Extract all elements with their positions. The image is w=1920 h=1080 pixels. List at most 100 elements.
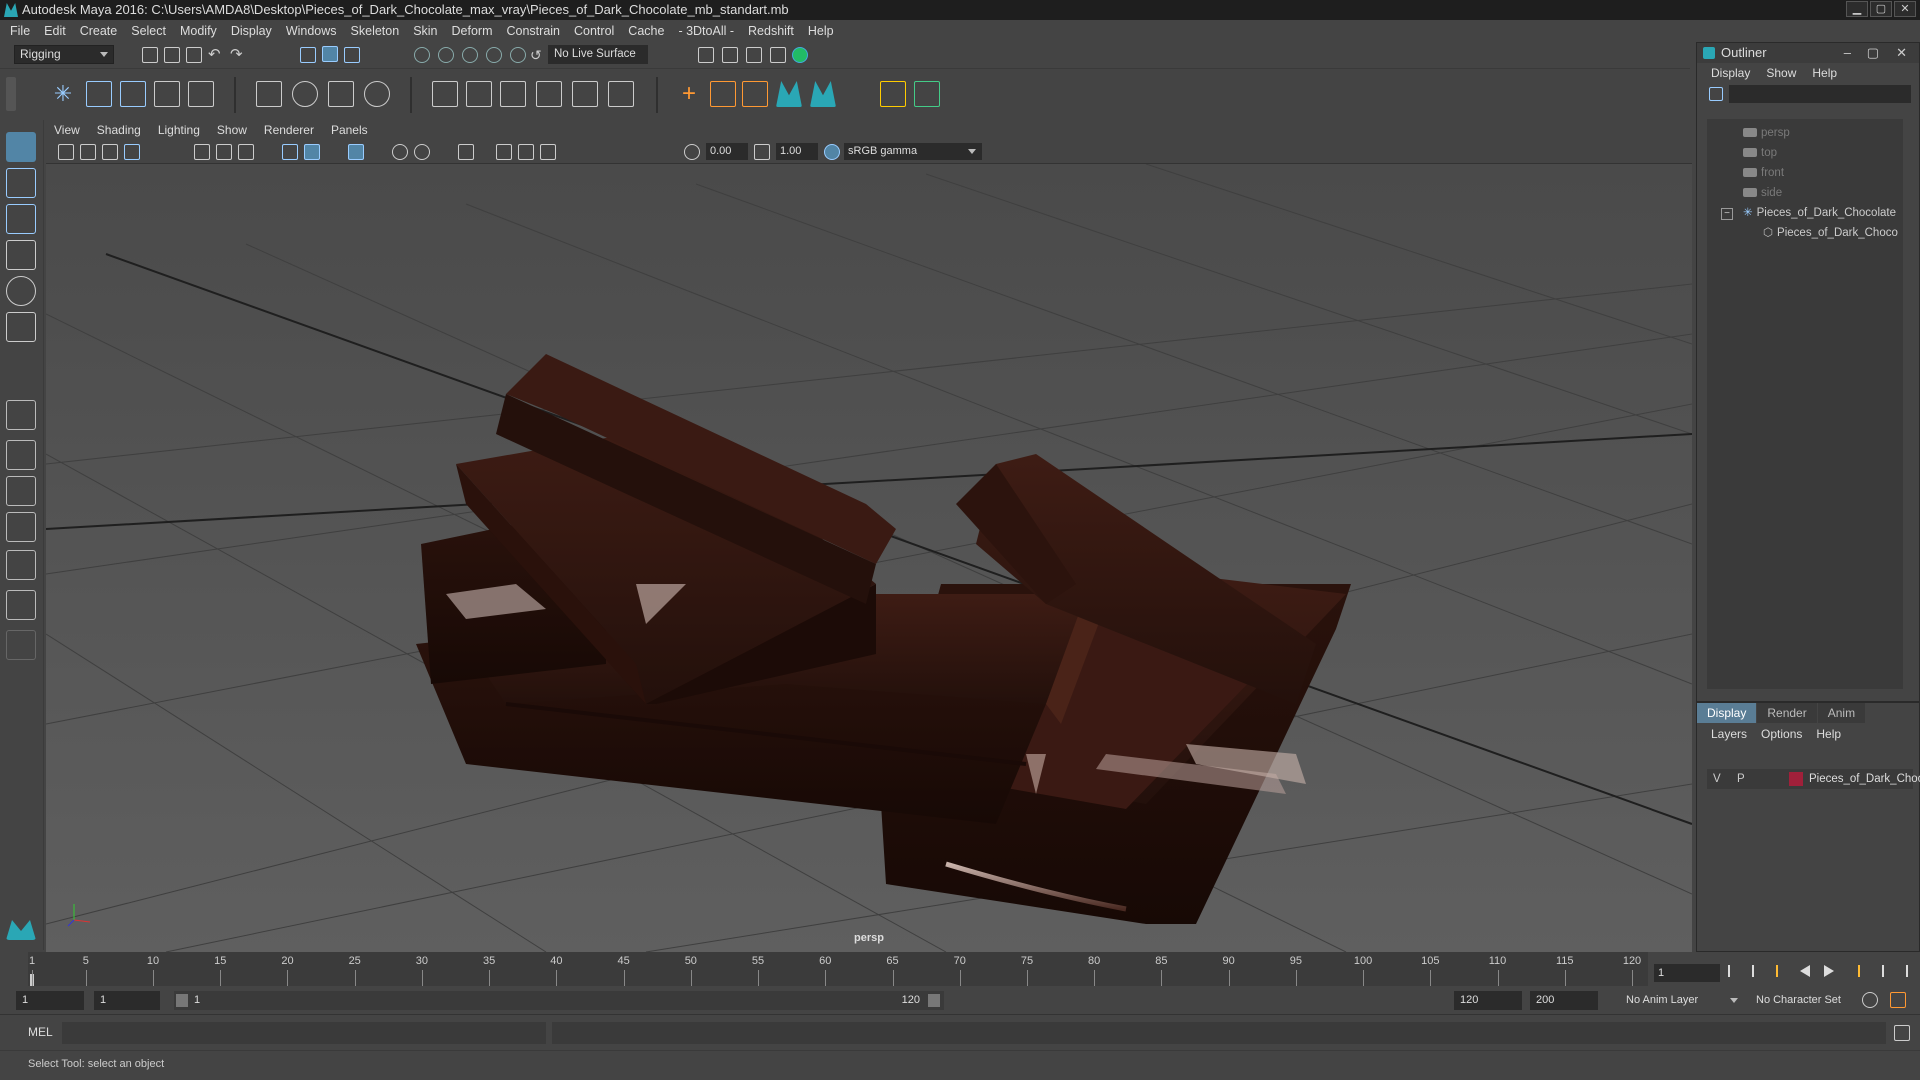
hypershade-icon[interactable] [770,47,786,63]
tab-render[interactable]: Render [1757,703,1817,723]
snap-curve-icon[interactable] [438,47,454,63]
collapse-icon[interactable]: − [1721,208,1733,220]
outliner-menu-show[interactable]: Show [1766,66,1796,80]
camera-attributes-icon[interactable] [80,144,96,160]
bookmark-icon[interactable] [102,144,118,160]
snap-point-icon[interactable] [462,47,478,63]
minimize-button[interactable]: ▁ [1846,1,1868,17]
parent-constraint-icon[interactable] [572,81,598,107]
grid-toggle-icon[interactable] [194,144,210,160]
character-set-dropdown[interactable]: No Character Set [1750,991,1866,1010]
current-frame-field[interactable]: 1 [1654,964,1720,982]
gamma-field[interactable]: 1.00 [776,143,818,160]
viewport-menu-show[interactable]: Show [217,123,247,137]
viewport-menu-panels[interactable]: Panels [331,123,368,137]
outliner-menu-help[interactable]: Help [1812,66,1837,80]
resolution-gate-icon[interactable] [238,144,254,160]
history-icon[interactable]: ↺ [530,47,546,63]
smooth-shade-icon[interactable] [304,144,320,160]
menu-3dtoall[interactable]: - 3DtoAll - [678,24,734,38]
persp-uv-layout-icon[interactable] [6,590,36,620]
scale-constraint-icon[interactable] [536,81,562,107]
time-slider-track[interactable]: 1 5 10 15 20 25 30 35 40 45 50 55 60 65 70 75 80 85 90 95 10… [28,952,1648,986]
range-handle-start[interactable] [176,994,188,1007]
orient-constraint-icon[interactable] [500,81,526,107]
go-to-start-icon[interactable] [1728,965,1740,977]
step-forward-key-icon[interactable] [1848,965,1860,977]
snap-grid-icon[interactable] [414,47,430,63]
menu-modify[interactable]: Modify [180,24,217,38]
hypershade-layout-icon[interactable] [6,550,36,580]
brush-tool-icon[interactable] [914,81,940,107]
aim-constraint-icon[interactable] [466,81,492,107]
select-hierarchy-icon[interactable] [300,47,316,63]
wireframe-icon[interactable] [282,144,298,160]
scale-tool-icon[interactable] [6,312,36,342]
anim-layer-dropdown[interactable]: No Anim Layer [1620,991,1744,1010]
layer-menu-help[interactable]: Help [1816,727,1841,741]
outliner-item-group[interactable]: − ✳ Pieces_of_Dark_Chocolate [1721,203,1896,223]
cluster-icon[interactable] [364,81,390,107]
bind-skin-icon[interactable] [256,81,282,107]
four-view-layout-icon[interactable] [6,440,36,470]
shadows-icon[interactable] [414,144,430,160]
minimize-icon[interactable]: – [1844,43,1851,63]
menu-redshift[interactable]: Redshift [748,24,794,38]
menu-edit[interactable]: Edit [44,24,66,38]
render-ipr-icon[interactable] [722,47,738,63]
outliner-search-input[interactable] [1729,85,1911,103]
insert-joint-icon[interactable] [154,81,180,107]
snap-view-plane-icon[interactable] [486,47,502,63]
paint-weights-icon[interactable] [292,81,318,107]
step-back-key-icon[interactable] [1776,965,1788,977]
color-space-dropdown[interactable]: sRGB gamma [844,143,982,160]
script-editor-icon[interactable] [1894,1025,1910,1041]
outliner-item-persp[interactable]: persp [1743,123,1790,143]
live-surface-field[interactable]: No Live Surface [548,45,648,64]
lights-icon[interactable] [392,144,408,160]
play-backwards-icon[interactable] [1800,965,1810,977]
point-constraint-icon[interactable] [432,81,458,107]
ik-handle-icon[interactable] [86,81,112,107]
auto-key-icon[interactable] [1862,992,1878,1008]
refresh-icon[interactable] [1709,87,1723,101]
menu-skin[interactable]: Skin [413,24,437,38]
hik-character-icon[interactable] [710,81,736,107]
layer-visibility-toggle[interactable]: V [1713,769,1721,789]
textured-icon[interactable] [348,144,364,160]
film-gate-icon[interactable] [216,144,232,160]
select-object-icon[interactable] [322,46,338,62]
camera-select-icon[interactable] [58,144,74,160]
menu-deform[interactable]: Deform [452,24,493,38]
snap-live-icon[interactable] [510,47,526,63]
perspective-viewport[interactable]: persp [46,164,1692,952]
quick-rig-icon[interactable] [776,81,802,107]
command-input[interactable] [62,1022,546,1044]
range-slider[interactable]: 1 120 [174,991,944,1010]
close-button[interactable]: ✕ [1894,1,1916,17]
backface-icon[interactable] [540,144,556,160]
go-to-end-icon[interactable] [1896,965,1908,977]
redo-icon[interactable]: ↷ [230,47,246,63]
skin-tool-icon[interactable] [880,81,906,107]
save-scene-icon[interactable] [186,47,202,63]
move-tool-icon[interactable] [6,240,36,270]
viewport-menu-view[interactable]: View [54,123,80,137]
auto-rig-icon[interactable] [810,81,836,107]
tab-anim[interactable]: Anim [1817,703,1866,723]
xray-joints-icon[interactable] [518,144,534,160]
outliner-item-top[interactable]: top [1743,143,1777,163]
maximize-icon[interactable]: ▢ [1867,43,1879,63]
layer-playback-toggle[interactable]: P [1737,769,1745,789]
layer-menu-options[interactable]: Options [1761,727,1802,741]
close-icon[interactable]: ✕ [1896,43,1907,63]
playback-start-field[interactable]: 1 [94,991,160,1010]
tab-display[interactable]: Display [1697,703,1757,723]
new-scene-icon[interactable] [142,47,158,63]
undo-icon[interactable]: ↶ [208,47,224,63]
menu-file[interactable]: File [10,24,30,38]
hik-skeleton-icon[interactable] [742,81,768,107]
render-frame-icon[interactable] [698,47,714,63]
rotate-tool-icon[interactable] [6,276,36,306]
outliner-item-front[interactable]: front [1743,163,1784,183]
